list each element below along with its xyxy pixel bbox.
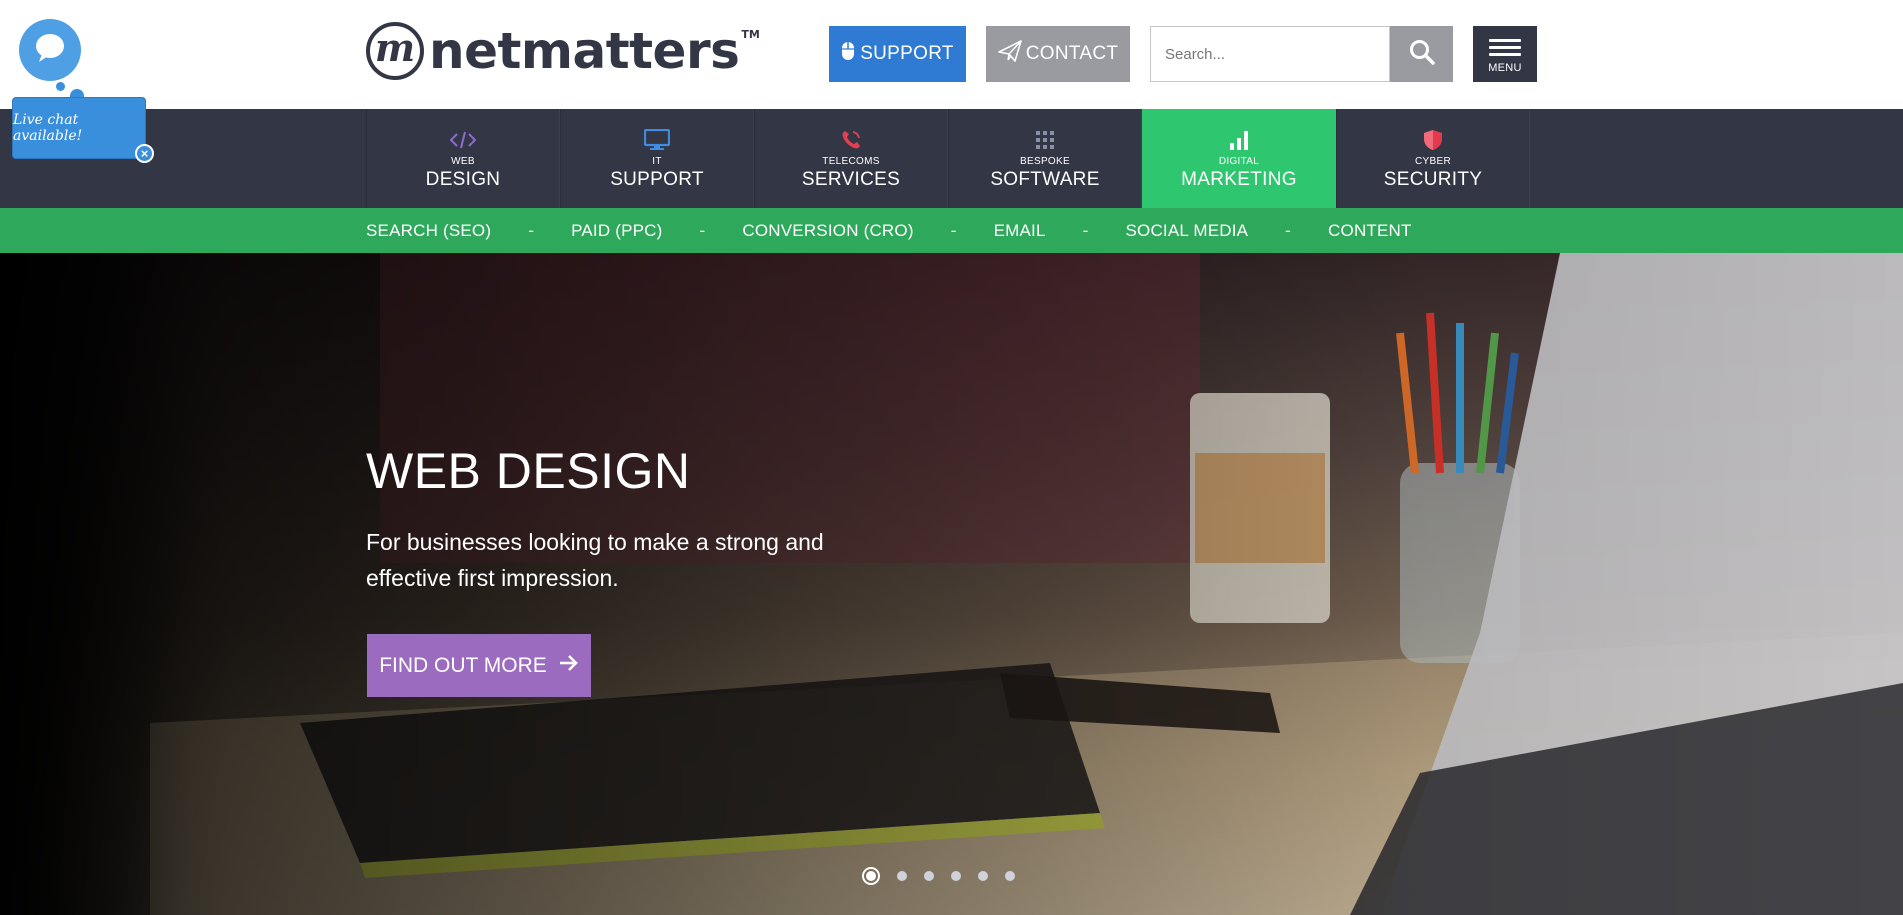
nav-small-label: IT	[652, 156, 662, 167]
search-button[interactable]	[1390, 26, 1453, 82]
chat-close-button[interactable]: ×	[135, 144, 154, 163]
nav-big-label: SERVICES	[801, 169, 901, 190]
support-label: SUPPORT	[860, 43, 954, 64]
nav-small-label: CYBER	[1415, 156, 1451, 167]
subnav-separator: -	[1082, 220, 1089, 240]
menu-button[interactable]: MENU	[1473, 26, 1537, 82]
nav-item-cyber-security[interactable]: CYBER SECURITY	[1336, 109, 1530, 208]
contact-label: CONTACT	[1025, 43, 1119, 64]
subnav-separator: -	[1285, 220, 1292, 240]
menu-label: MENU	[1488, 61, 1522, 74]
nav-small-label: BESPOKE	[1020, 156, 1070, 167]
nav-small-label: TELECOMS	[822, 156, 880, 167]
netmatters-logo[interactable]: m netmatters TM	[366, 18, 760, 84]
bar-chart-icon	[1229, 129, 1249, 151]
nav-big-label: DESIGN	[425, 169, 501, 190]
nav-item-telecoms-services[interactable]: TELECOMS SERVICES	[754, 109, 948, 208]
nav-item-it-support[interactable]: IT SUPPORT	[560, 109, 754, 208]
live-chat-button[interactable]	[19, 19, 81, 81]
subnav-item-cro[interactable]: CONVERSION (CRO)	[742, 221, 913, 241]
nav-item-bespoke-software[interactable]: BESPOKE SOFTWARE	[948, 109, 1142, 208]
grid-icon	[1036, 129, 1054, 151]
hero-text: For businesses looking to make a strong …	[366, 529, 824, 591]
search-icon	[1409, 39, 1435, 70]
nav-big-label: MARKETING	[1181, 169, 1297, 190]
subnav-separator: -	[699, 220, 706, 240]
trademark: TM	[741, 28, 760, 41]
shield-icon	[1423, 129, 1443, 151]
slider-dot[interactable]	[951, 871, 961, 881]
nav-item-web-design[interactable]: WEB DESIGN	[366, 109, 560, 208]
search-input[interactable]	[1150, 26, 1390, 82]
live-chat-label: Live chat available!	[13, 112, 83, 144]
slider-dot[interactable]	[862, 867, 880, 885]
logo-mark: m	[366, 22, 424, 80]
hero-title: WEB DESIGN	[366, 443, 691, 499]
phone-icon	[840, 129, 862, 151]
support-button[interactable]: SUPPORT	[829, 26, 966, 82]
subnav-separator: -	[528, 220, 535, 240]
slider-dot[interactable]	[924, 871, 934, 881]
sub-nav: SEARCH (SEO) - PAID (PPC) - CONVERSION (…	[0, 208, 1903, 253]
nav-big-label: SUPPORT	[610, 169, 704, 190]
mouse-icon	[841, 41, 855, 67]
subnav-item-social-media[interactable]: SOCIAL MEDIA	[1125, 221, 1248, 241]
code-icon	[450, 129, 476, 151]
arrow-right-icon	[559, 654, 579, 678]
subnav-separator: -	[950, 220, 957, 240]
hero-slider: WEB DESIGN For businesses looking to mak…	[0, 253, 1903, 915]
main-nav: WEB DESIGN IT SUPPORT TELECOMS SERVICES …	[0, 109, 1903, 208]
chat-bubble-icon	[33, 32, 67, 69]
live-chat-bubble[interactable]: Live chat available!	[12, 97, 146, 159]
nav-small-label: WEB	[451, 156, 475, 167]
nav-big-label: SECURITY	[1383, 169, 1483, 190]
nav-small-label: DIGITAL	[1218, 156, 1260, 167]
logo-text: netmatters	[429, 22, 740, 80]
nav-big-label: SOFTWARE	[990, 169, 1100, 190]
nav-item-digital-marketing[interactable]: DIGITAL MARKETING	[1142, 109, 1336, 208]
subnav-item-ppc[interactable]: PAID (PPC)	[571, 221, 662, 241]
paper-plane-icon	[997, 40, 1022, 68]
subnav-item-content[interactable]: CONTENT	[1328, 221, 1412, 241]
slider-dot[interactable]	[1005, 871, 1015, 881]
slider-dot[interactable]	[897, 871, 907, 881]
slider-dots	[862, 867, 1015, 885]
find-out-more-button[interactable]: FIND OUT MORE	[367, 634, 591, 697]
chat-dot	[56, 82, 65, 91]
subnav-item-email[interactable]: EMAIL	[994, 221, 1046, 241]
site-header: m netmatters TM SUPPORT CONTACT MENU	[0, 0, 1903, 109]
hamburger-icon	[1489, 35, 1521, 60]
slider-dot[interactable]	[978, 871, 988, 881]
cta-label: FIND OUT MORE	[379, 653, 547, 677]
subnav-item-seo[interactable]: SEARCH (SEO)	[366, 221, 491, 241]
hero-background-image	[0, 253, 1903, 915]
contact-button[interactable]: CONTACT	[986, 26, 1130, 82]
monitor-icon	[644, 129, 670, 151]
